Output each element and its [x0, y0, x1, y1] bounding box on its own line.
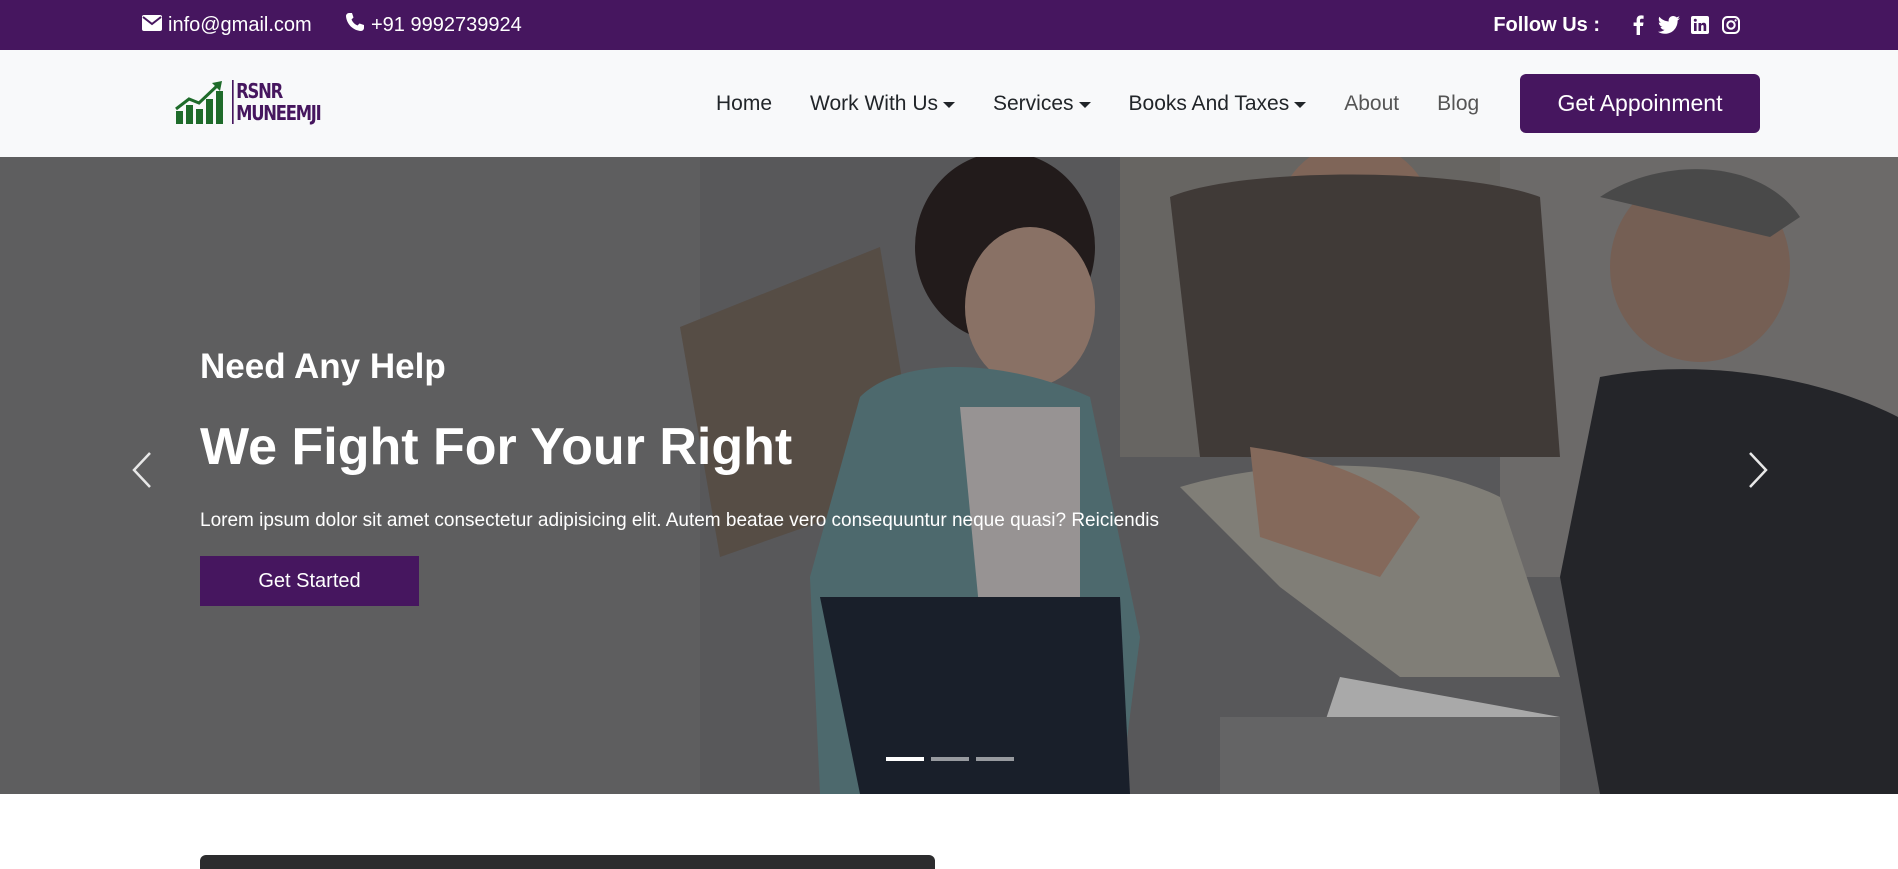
logo-text: RSNR MUNEEMJI [232, 79, 322, 125]
site-logo[interactable]: RSNR MUNEEMJI [174, 78, 340, 126]
nav-services[interactable]: Services [993, 92, 1091, 116]
carousel-indicator-2[interactable] [931, 757, 969, 761]
nav-home[interactable]: Home [716, 92, 772, 116]
logo-line-2: MUNEEMJI [236, 101, 322, 125]
follow-label: Follow Us : [1493, 13, 1600, 36]
caret-down-icon [1294, 101, 1307, 108]
chevron-right-icon [1747, 451, 1769, 494]
navbar: RSNR MUNEEMJI Home Work With Us Services… [0, 50, 1898, 157]
content-image-card [200, 855, 935, 869]
carousel-next-button[interactable] [1738, 447, 1778, 497]
get-started-button[interactable]: Get Started [200, 556, 419, 606]
instagram-icon[interactable] [1720, 14, 1742, 36]
caret-down-icon [1078, 101, 1091, 108]
phone-text: +91 9992739924 [371, 13, 522, 36]
top-bar: info@gmail.com +91 9992739924 Follow Us … [0, 0, 1898, 50]
email-contact[interactable]: info@gmail.com [142, 0, 312, 50]
carousel-prev-button[interactable] [122, 447, 162, 497]
phone-icon [345, 12, 371, 38]
nav-blog[interactable]: Blog [1437, 92, 1479, 116]
nav-home-label: Home [716, 91, 773, 115]
nav-services-label: Services [992, 91, 1074, 115]
main-nav: Home Work With Us Services Books And Tax… [697, 50, 1498, 157]
nav-blog-label: Blog [1437, 91, 1480, 115]
growth-chart-icon [174, 79, 228, 125]
twitter-icon[interactable] [1658, 14, 1680, 36]
linkedin-icon[interactable] [1689, 14, 1711, 36]
logo-line-1: RSNR [236, 79, 283, 103]
envelope-icon [142, 14, 168, 37]
content-section [0, 794, 1898, 869]
email-text: info@gmail.com [168, 13, 312, 36]
carousel-indicators [886, 757, 1021, 761]
hero-carousel: Need Any Help We Fight For Your Right Lo… [0, 157, 1898, 794]
hero-description: Lorem ipsum dolor sit amet consectetur a… [200, 510, 1159, 531]
hero-headline: We Fight For Your Right [200, 418, 793, 476]
follow-us: Follow Us : [1493, 0, 1742, 50]
nav-about-label: About [1344, 91, 1400, 115]
carousel-indicator-3[interactable] [976, 757, 1014, 761]
nav-work-with-us[interactable]: Work With Us [810, 92, 955, 116]
caret-down-icon [942, 101, 955, 108]
hero-subtitle: Need Any Help [200, 347, 446, 386]
phone-contact[interactable]: +91 9992739924 [345, 0, 522, 50]
nav-books-and-taxes[interactable]: Books And Taxes [1129, 92, 1307, 116]
facebook-icon[interactable] [1627, 14, 1649, 36]
carousel-indicator-1[interactable] [886, 757, 924, 761]
get-appointment-button[interactable]: Get Appoinment [1520, 74, 1760, 133]
nav-work-with-us-label: Work With Us [810, 91, 938, 115]
nav-books-and-taxes-label: Books And Taxes [1128, 91, 1290, 115]
chevron-left-icon [131, 451, 153, 494]
nav-about[interactable]: About [1344, 92, 1399, 116]
